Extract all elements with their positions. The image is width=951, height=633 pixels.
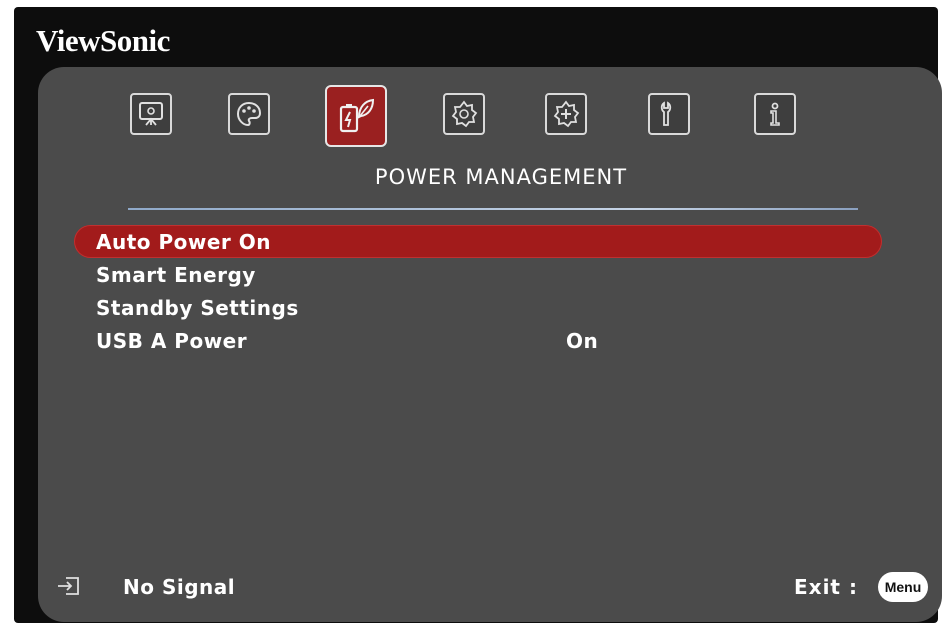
gear-icon (451, 100, 478, 128)
tab-display[interactable] (130, 93, 172, 135)
display-icon (139, 102, 163, 126)
osd-window: ViewSonic POWER MANAGEMENT Auto Power On… (14, 7, 942, 623)
menu-item-label: USB A Power (96, 329, 248, 353)
advanced-gear-icon (553, 100, 580, 128)
menu-item-label: Auto Power On (96, 230, 271, 254)
wrench-icon (660, 101, 672, 126)
menu-item-usb-a-power[interactable]: USB A Power On (74, 324, 882, 357)
settings-menu: Auto Power On Smart Energy Standby Setti… (74, 225, 882, 357)
tab-system[interactable] (648, 93, 690, 135)
exit-label: Exit : (794, 575, 858, 599)
menu-item-label: Smart Energy (96, 263, 256, 287)
menu-item-auto-power-on[interactable]: Auto Power On (74, 225, 882, 258)
menu-button[interactable]: Menu (878, 572, 928, 602)
tab-image[interactable] (228, 93, 270, 135)
brand-logo: ViewSonic (36, 23, 170, 58)
tab-information[interactable] (754, 93, 796, 135)
tab-advanced[interactable] (545, 93, 587, 135)
info-icon (770, 102, 780, 126)
menu-item-value: On (566, 329, 599, 353)
power-leaf-icon (339, 98, 375, 133)
menu-item-label: Standby Settings (96, 296, 299, 320)
menu-panel: POWER MANAGEMENT Auto Power On Smart Ene… (38, 67, 942, 622)
palette-icon (236, 101, 262, 127)
title-divider (128, 208, 858, 210)
menu-item-smart-energy[interactable]: Smart Energy (74, 258, 882, 291)
input-source-icon (58, 577, 79, 595)
menu-tab-bar (38, 85, 942, 147)
section-title: POWER MANAGEMENT (374, 165, 628, 189)
menu-item-standby-settings[interactable]: Standby Settings (74, 291, 882, 324)
signal-status: No Signal (123, 575, 236, 599)
tab-basic[interactable] (443, 93, 485, 135)
status-bar: No Signal Exit : Menu (38, 567, 942, 607)
tab-power-management[interactable] (325, 85, 387, 147)
